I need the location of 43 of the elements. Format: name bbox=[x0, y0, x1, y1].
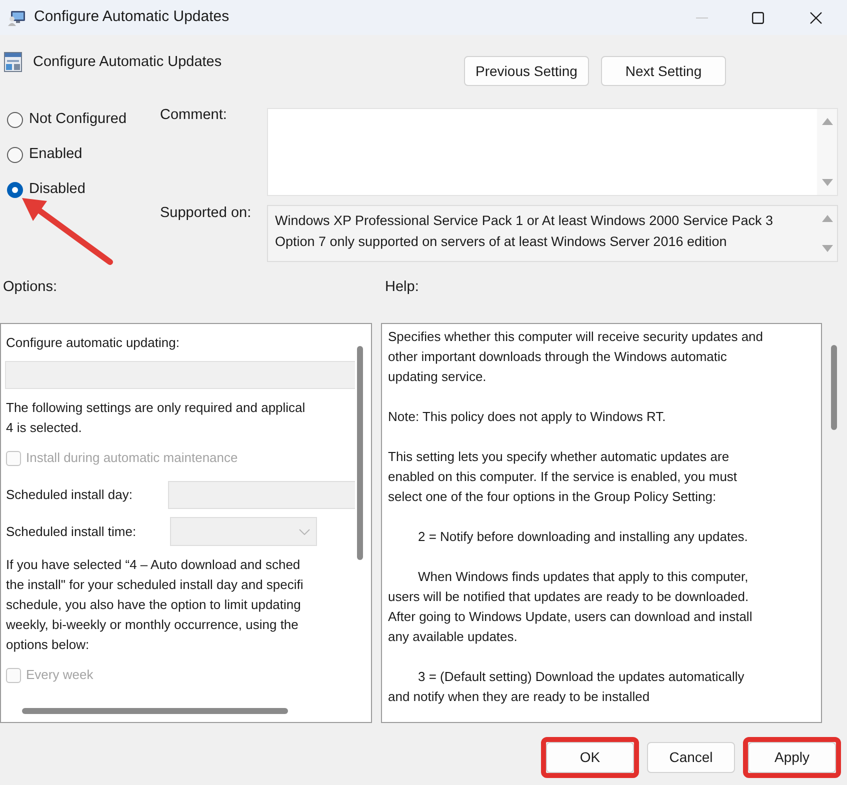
help-paragraph: 3 = (Default setting) Download the updates automatically and notify when they are ready to be installed bbox=[388, 668, 746, 706]
dialog-button[interactable]: Apply bbox=[748, 742, 836, 773]
help-paragraph: Note: This policy does not apply to Windows RT. bbox=[388, 408, 667, 426]
help-label: Help: bbox=[385, 278, 419, 298]
field-label: Scheduled install time: bbox=[6, 522, 138, 541]
dialog-button[interactable]: OK bbox=[546, 742, 634, 773]
radio-label[interactable]: Enabled bbox=[29, 144, 82, 166]
scroll-up-icon[interactable] bbox=[822, 215, 832, 222]
maximize-icon bbox=[752, 12, 764, 24]
nav-button[interactable]: Previous Setting bbox=[464, 56, 589, 86]
help-paragraph: 2 = Notify before downloading and installing any updates. bbox=[417, 528, 749, 546]
close-icon bbox=[810, 12, 822, 24]
options-text: The following settings are only required and applical 4 is selected. bbox=[6, 399, 306, 437]
radio-label[interactable]: Disabled bbox=[29, 179, 86, 201]
scrollbar-thumb[interactable] bbox=[357, 346, 363, 560]
field-label: Scheduled install day: bbox=[6, 486, 134, 504]
nav-button[interactable]: Next Setting bbox=[601, 56, 726, 86]
comment-label: Comment: bbox=[160, 106, 228, 125]
scrollbar-thumb[interactable] bbox=[831, 345, 837, 430]
options-label: Options: bbox=[2, 278, 58, 298]
scroll-down-icon[interactable] bbox=[822, 179, 832, 186]
scroll-down-icon[interactable] bbox=[822, 245, 832, 252]
radio-label[interactable]: Not Configured bbox=[29, 109, 127, 131]
settings-window-icon bbox=[4, 52, 22, 72]
options-text: Configure automatic updating: bbox=[6, 334, 180, 352]
options-text: If you have selected “4 – Auto download and sched the install" for your scheduled install day and specifi schedule, you also have the option to limit updating weekly, bi-weekly or monthly occurrence, using the options below: bbox=[6, 556, 304, 654]
radio-button[interactable] bbox=[7, 182, 23, 198]
window-title: Configure Automatic Updates bbox=[34, 7, 230, 28]
supported-on-label: Supported on: bbox=[160, 204, 252, 223]
scrollbar-thumb[interactable] bbox=[22, 708, 288, 714]
supported-on-text: Windows XP Professional Service Pack 1 or At least Windows 2000 Service Pack 3 Option 7 only supported on servers of at least Windows Server 2016 edition bbox=[274, 212, 774, 251]
scroll-up-icon[interactable] bbox=[822, 118, 832, 125]
help-paragraph: When Windows finds updates that apply to this computer, users will be notified that updates are ready to be downloaded. After going to Windows Update, users can download and install any available updates. bbox=[388, 568, 754, 646]
chevron-down-icon bbox=[299, 528, 310, 534]
help-paragraph: Specifies whether this computer will receive security updates and other important downloads through the Windows automatic updating service. bbox=[388, 328, 764, 386]
help-paragraph: This setting lets you specify whether automatic updates are enabled on this computer. If the service is enabled, you must select one of the four options in the Group Policy Setting: bbox=[388, 448, 738, 506]
radio-button[interactable] bbox=[7, 147, 23, 163]
computer-icon bbox=[8, 10, 26, 26]
minimize-icon bbox=[696, 16, 708, 18]
dialog-button[interactable]: Cancel bbox=[647, 742, 735, 773]
radio-button[interactable] bbox=[7, 112, 23, 128]
policy-title: Configure Automatic Updates bbox=[33, 53, 222, 72]
comment-field[interactable] bbox=[267, 108, 838, 196]
